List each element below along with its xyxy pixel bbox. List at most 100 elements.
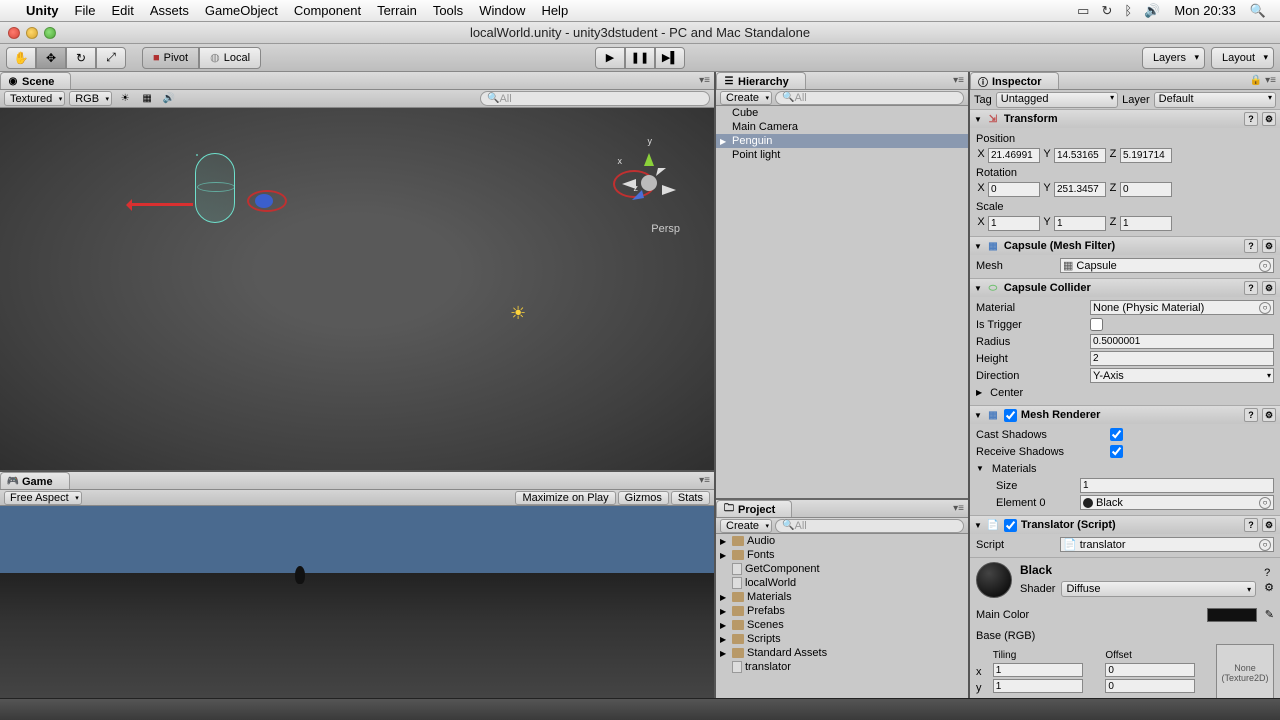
element0-field[interactable]: Black○ <box>1080 495 1274 510</box>
gear-icon[interactable]: ⚙ <box>1262 239 1276 253</box>
play-button[interactable]: ▶ <box>595 47 625 69</box>
menu-help[interactable]: Help <box>533 3 576 18</box>
menu-assets[interactable]: Assets <box>142 3 197 18</box>
layout-dropdown[interactable]: Layout <box>1211 47 1274 69</box>
scale-x[interactable] <box>988 216 1040 231</box>
help-button[interactable]: ? <box>1244 518 1258 532</box>
pause-button[interactable]: ❚❚ <box>625 47 655 69</box>
project-item[interactable]: ▶ Scripts <box>716 632 968 646</box>
inspector-tab[interactable]: ⓘInspector <box>970 72 1059 89</box>
app-menu[interactable]: Unity <box>18 3 67 18</box>
gizmos-toggle[interactable]: Gizmos <box>618 491 669 505</box>
renderer-header[interactable]: ▼▦ Mesh Renderer ? ⚙ <box>970 406 1280 424</box>
move-gizmo-x[interactable] <box>128 203 193 206</box>
radius-field[interactable] <box>1090 334 1274 349</box>
tiling-y[interactable] <box>993 679 1083 693</box>
project-item[interactable]: ▶ Audio <box>716 534 968 548</box>
direction-dropdown[interactable]: Y-Axis▾ <box>1090 368 1274 383</box>
scene-search[interactable]: 🔍All <box>480 91 710 106</box>
pos-y[interactable] <box>1054 148 1106 163</box>
menu-edit[interactable]: Edit <box>103 3 141 18</box>
meshfilter-header[interactable]: ▼▦ Capsule (Mesh Filter) ? ⚙ <box>970 237 1280 255</box>
hierarchy-item[interactable]: ▶Penguin <box>716 134 968 148</box>
main-color-swatch[interactable] <box>1207 608 1257 622</box>
help-button[interactable]: ? <box>1244 408 1258 422</box>
project-create[interactable]: Create <box>720 519 772 533</box>
menubar-clock[interactable]: Mon 20:33 <box>1174 3 1235 18</box>
transform-header[interactable]: ▼ ⇲ Transform ? ⚙ <box>970 110 1280 128</box>
projection-label[interactable]: Persp <box>651 223 680 235</box>
texture-slot[interactable]: None (Texture2D) <box>1216 644 1274 698</box>
scene-skybox-toggle[interactable]: ▦ <box>138 91 156 106</box>
height-field[interactable] <box>1090 351 1274 366</box>
help-button[interactable]: ? <box>1244 112 1258 126</box>
script-header[interactable]: ▼📄 Translator (Script) ? ⚙ <box>970 516 1280 534</box>
menu-file[interactable]: File <box>67 3 104 18</box>
menu-terrain[interactable]: Terrain <box>369 3 425 18</box>
hierarchy-list[interactable]: CubeMain Camera▶PenguinPoint light <box>716 106 968 498</box>
minimize-button[interactable] <box>26 27 38 39</box>
scene-view[interactable]: ☀ y x z Persp <box>0 108 714 470</box>
tiling-x[interactable] <box>993 663 1083 677</box>
pos-z[interactable] <box>1120 148 1172 163</box>
scale-tool[interactable]: ⤢ <box>96 47 126 69</box>
scale-z[interactable] <box>1120 216 1172 231</box>
menu-gameobject[interactable]: GameObject <box>197 3 286 18</box>
hierarchy-create[interactable]: Create <box>720 91 772 105</box>
step-button[interactable]: ▶▌ <box>655 47 685 69</box>
gear-icon[interactable]: ⚙ <box>1262 281 1276 295</box>
renderer-enable[interactable] <box>1004 409 1017 422</box>
menu-window[interactable]: Window <box>471 3 533 18</box>
project-item[interactable]: ▶ Prefabs <box>716 604 968 618</box>
layers-dropdown[interactable]: Layers <box>1142 47 1205 69</box>
scene-light-toggle[interactable]: ☀ <box>116 91 134 106</box>
pos-x[interactable] <box>988 148 1040 163</box>
rotate-tool[interactable]: ↻ <box>66 47 96 69</box>
hierarchy-tab[interactable]: ☰Hierarchy <box>716 72 806 89</box>
local-toggle[interactable]: ◍Local <box>199 47 261 69</box>
scene-tab[interactable]: ◉Scene <box>0 72 71 89</box>
zoom-button[interactable] <box>44 27 56 39</box>
help-button[interactable]: ? <box>1244 281 1258 295</box>
rot-z[interactable] <box>1120 182 1172 197</box>
layer-dropdown[interactable]: Default▾ <box>1154 92 1276 108</box>
aspect-dropdown[interactable]: Free Aspect <box>4 491 82 505</box>
close-button[interactable] <box>8 27 20 39</box>
project-list[interactable]: ▶ Audio▶ Fonts GetComponent localWorld▶ … <box>716 534 968 698</box>
menu-tools[interactable]: Tools <box>425 3 471 18</box>
move-gizmo-z-marker[interactable] <box>247 190 287 212</box>
hierarchy-item[interactable]: Main Camera <box>716 120 968 134</box>
project-tab[interactable]: 🗀Project <box>716 500 792 517</box>
physmat-field[interactable]: None (Physic Material)○ <box>1090 300 1274 315</box>
hand-tool[interactable]: ✋ <box>6 47 36 69</box>
game-tab[interactable]: 🎮Game <box>0 472 70 489</box>
gear-icon[interactable]: ⚙ <box>1262 112 1276 126</box>
gear-icon[interactable]: ⚙ <box>1264 581 1274 594</box>
mesh-field[interactable]: ▦Capsule○ <box>1060 258 1274 273</box>
gear-icon[interactable]: ⚙ <box>1262 518 1276 532</box>
display-icon[interactable]: ▭ <box>1077 3 1089 19</box>
move-tool[interactable]: ✥ <box>36 47 66 69</box>
project-item[interactable]: translator <box>716 660 968 674</box>
project-item[interactable]: ▶ Standard Assets <box>716 646 968 660</box>
project-item[interactable]: GetComponent <box>716 562 968 576</box>
stats-toggle[interactable]: Stats <box>671 491 710 505</box>
pivot-toggle[interactable]: ■Pivot <box>142 47 199 69</box>
orientation-gizmo[interactable] <box>614 148 684 218</box>
project-item[interactable]: ▶ Materials <box>716 590 968 604</box>
help-button[interactable]: ? <box>1264 567 1274 579</box>
hierarchy-item[interactable]: Point light <box>716 148 968 162</box>
offset-y[interactable] <box>1105 679 1195 693</box>
collider-header[interactable]: ▼⬭ Capsule Collider ? ⚙ <box>970 279 1280 297</box>
hierarchy-item[interactable]: Cube <box>716 106 968 120</box>
volume-icon[interactable]: 🔊 <box>1144 3 1160 19</box>
offset-x[interactable] <box>1105 663 1195 677</box>
menu-component[interactable]: Component <box>286 3 369 18</box>
istrigger-checkbox[interactable] <box>1090 318 1103 331</box>
materials-size[interactable] <box>1080 478 1274 493</box>
project-item[interactable]: localWorld <box>716 576 968 590</box>
tag-dropdown[interactable]: Untagged▾ <box>996 92 1118 108</box>
project-item[interactable]: ▶ Fonts <box>716 548 968 562</box>
spotlight-icon[interactable]: 🔍 <box>1250 3 1266 19</box>
script-enable[interactable] <box>1004 519 1017 532</box>
